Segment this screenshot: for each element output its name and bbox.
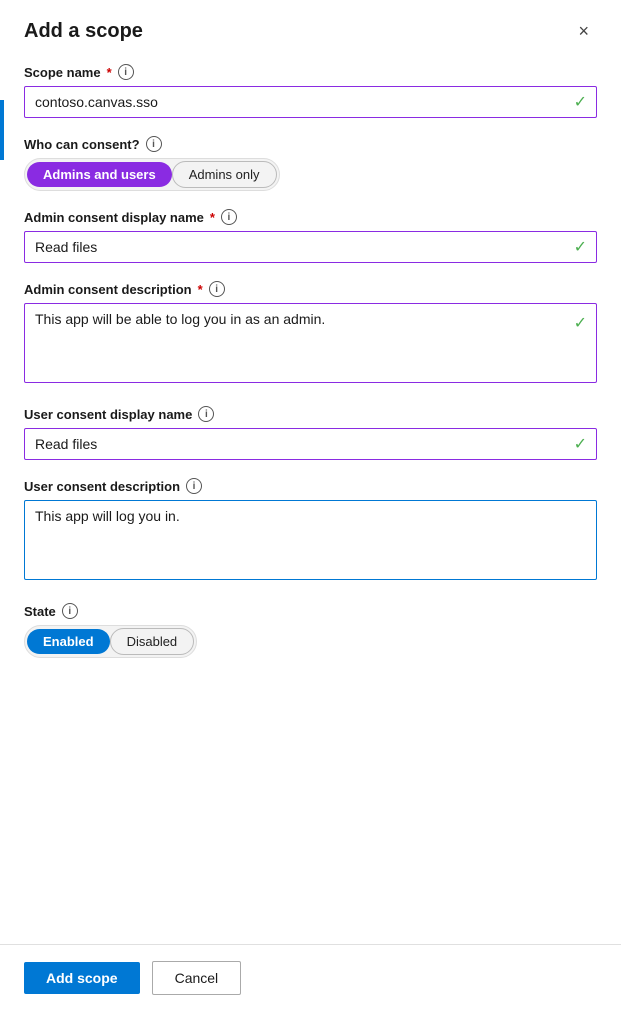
user-consent-description-field: User consent description i This app will…: [24, 478, 597, 585]
admin-consent-display-name-input-wrapper: ✓: [24, 231, 597, 263]
admin-consent-display-name-field: Admin consent display name * i ✓: [24, 209, 597, 263]
who-can-consent-field: Who can consent? i Admins and users Admi…: [24, 136, 597, 191]
dialog-title: Add a scope: [24, 20, 143, 43]
admin-consent-description-label: Admin consent description * i: [24, 281, 597, 297]
user-consent-display-name-field: User consent display name i ✓: [24, 406, 597, 460]
add-scope-button[interactable]: Add scope: [24, 962, 140, 994]
toggle-enabled[interactable]: Enabled: [27, 629, 110, 654]
state-label: State i: [24, 603, 597, 619]
scope-name-field: Scope name * i ✓: [24, 64, 597, 118]
state-field: State i Enabled Disabled: [24, 603, 597, 658]
toggle-admins-only[interactable]: Admins only: [172, 161, 277, 188]
scope-name-required: *: [107, 65, 112, 80]
user-consent-description-wrapper: This app will log you in.: [24, 500, 597, 585]
user-consent-display-name-input-wrapper: ✓: [24, 428, 597, 460]
close-button[interactable]: ×: [570, 18, 597, 44]
admin-consent-description-info-icon[interactable]: i: [209, 281, 225, 297]
user-consent-description-info-icon[interactable]: i: [186, 478, 202, 494]
admin-consent-display-name-required: *: [210, 210, 215, 225]
admin-consent-display-name-label: Admin consent display name * i: [24, 209, 597, 225]
user-consent-description-label: User consent description i: [24, 478, 597, 494]
who-can-consent-info-icon[interactable]: i: [146, 136, 162, 152]
user-consent-display-name-info-icon[interactable]: i: [198, 406, 214, 422]
user-consent-display-name-input[interactable]: [24, 428, 597, 460]
who-can-consent-toggle: Admins and users Admins only: [24, 158, 280, 191]
toggle-admins-and-users[interactable]: Admins and users: [27, 162, 172, 187]
dialog-body: Scope name * i ✓ Who can consent? i Admi…: [0, 56, 621, 944]
scope-name-label: Scope name * i: [24, 64, 597, 80]
state-toggle: Enabled Disabled: [24, 625, 197, 658]
state-info-icon[interactable]: i: [62, 603, 78, 619]
left-accent-bar: [0, 100, 4, 160]
admin-consent-description-input[interactable]: This app will be able to log you in as a…: [24, 303, 597, 383]
who-can-consent-label: Who can consent? i: [24, 136, 597, 152]
admin-consent-description-field: Admin consent description * i This app w…: [24, 281, 597, 388]
scope-name-input[interactable]: [24, 86, 597, 118]
admin-consent-display-name-input[interactable]: [24, 231, 597, 263]
toggle-disabled[interactable]: Disabled: [110, 628, 195, 655]
user-consent-display-name-label: User consent display name i: [24, 406, 597, 422]
admin-consent-description-required: *: [198, 282, 203, 297]
scope-name-input-wrapper: ✓: [24, 86, 597, 118]
add-scope-dialog: Add a scope × Scope name * i ✓ Who can c…: [0, 0, 621, 1011]
scope-name-info-icon[interactable]: i: [118, 64, 134, 80]
admin-consent-display-name-info-icon[interactable]: i: [221, 209, 237, 225]
user-consent-description-input[interactable]: This app will log you in.: [24, 500, 597, 580]
cancel-button[interactable]: Cancel: [152, 961, 242, 995]
dialog-footer: Add scope Cancel: [0, 944, 621, 1011]
admin-consent-description-wrapper: This app will be able to log you in as a…: [24, 303, 597, 388]
dialog-header: Add a scope ×: [0, 0, 621, 56]
